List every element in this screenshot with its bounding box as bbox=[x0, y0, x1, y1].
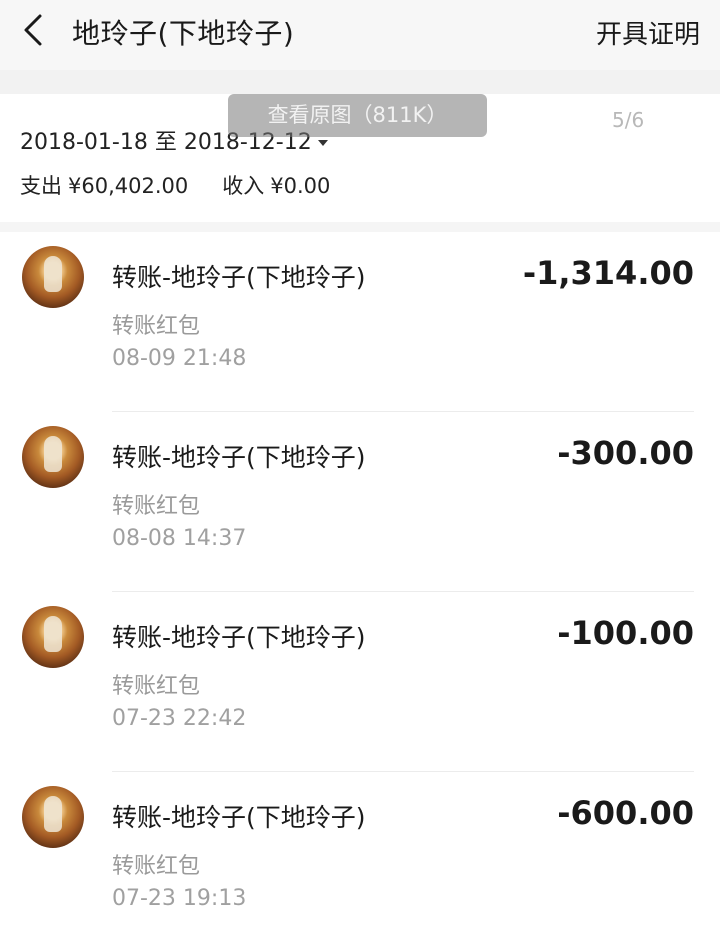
transaction-amount: -100.00 bbox=[557, 614, 694, 652]
expense-value: ¥60,402.00 bbox=[68, 174, 189, 198]
transaction-amount: -600.00 bbox=[557, 794, 694, 832]
transaction-list: 转账-地玲子(下地玲子) 转账红包 08-09 21:48 -1,314.00 … bbox=[0, 232, 720, 929]
issue-certificate-button[interactable]: 开具证明 bbox=[596, 14, 700, 51]
transaction-time: 08-09 21:48 bbox=[112, 346, 247, 371]
dog-avatar-image bbox=[22, 246, 84, 308]
transaction-row[interactable]: 转账-地玲子(下地玲子) 转账红包 08-08 14:37 -300.00 bbox=[0, 412, 720, 592]
transaction-time: 07-23 19:13 bbox=[112, 886, 247, 911]
income-label: 收入 bbox=[222, 174, 265, 198]
header-separator bbox=[0, 70, 720, 94]
transaction-row[interactable]: 转账-地玲子(下地玲子) 转账红包 08-09 21:48 -1,314.00 bbox=[0, 232, 720, 412]
transaction-type: 转账红包 bbox=[112, 494, 201, 519]
transaction-row[interactable]: 转账-地玲子(下地玲子) 转账红包 07-23 22:42 -100.00 bbox=[0, 592, 720, 772]
transaction-type: 转账红包 bbox=[112, 674, 201, 699]
view-original-button[interactable]: 查看原图（811K） bbox=[228, 94, 487, 137]
top-bar: 地玲子(下地玲子) 开具证明 bbox=[0, 0, 720, 70]
income-value: ¥0.00 bbox=[270, 174, 331, 198]
dog-avatar-image bbox=[22, 426, 84, 488]
transaction-time: 08-08 14:37 bbox=[112, 526, 247, 551]
expense-label: 支出 bbox=[20, 174, 62, 198]
transaction-title: 转账-地玲子(下地玲子) bbox=[112, 623, 366, 652]
transaction-type: 转账红包 bbox=[112, 314, 201, 339]
transaction-amount: -1,314.00 bbox=[522, 254, 694, 292]
transaction-type: 转账红包 bbox=[112, 854, 201, 879]
section-divider bbox=[0, 222, 720, 232]
caret-down-icon bbox=[317, 140, 328, 146]
page-title: 地玲子(下地玲子) bbox=[72, 17, 295, 50]
dog-avatar-image bbox=[22, 606, 84, 668]
dog-avatar-image bbox=[22, 786, 84, 848]
transaction-amount: -300.00 bbox=[557, 434, 694, 472]
transaction-time: 07-23 22:42 bbox=[112, 706, 247, 731]
back-chevron-icon[interactable] bbox=[16, 10, 52, 50]
transaction-title: 转账-地玲子(下地玲子) bbox=[112, 263, 366, 292]
totals-line: 支出 ¥60,402.00 收入 ¥0.00 bbox=[20, 170, 336, 200]
page-indicator: 5/6 bbox=[612, 108, 645, 132]
transaction-title: 转账-地玲子(下地玲子) bbox=[112, 443, 366, 472]
transaction-row[interactable]: 转账-地玲子(下地玲子) 转账红包 07-23 19:13 -600.00 bbox=[0, 772, 720, 929]
transaction-title: 转账-地玲子(下地玲子) bbox=[112, 803, 366, 832]
